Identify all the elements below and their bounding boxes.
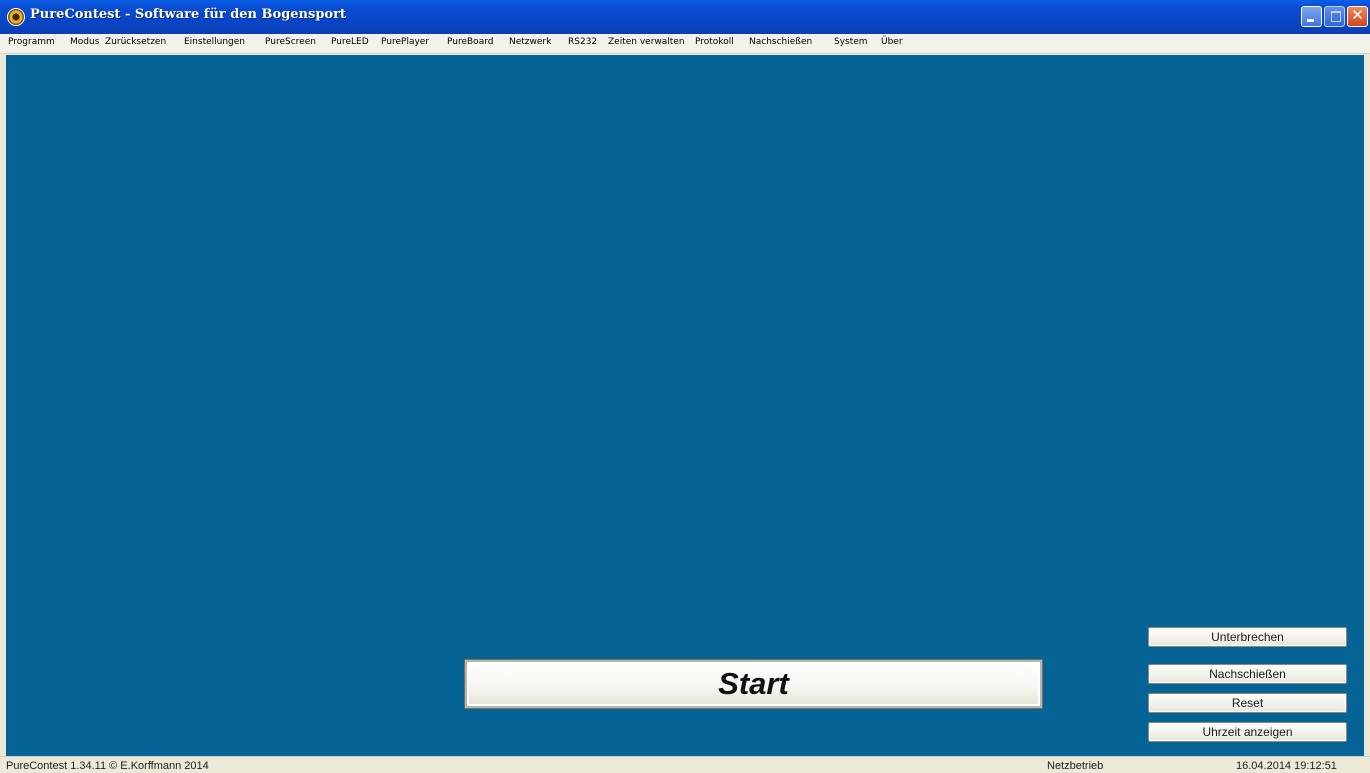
menu-rs232[interactable]: RS232 xyxy=(568,37,597,47)
status-mode: Netzbetrieb xyxy=(1047,760,1104,772)
start-button[interactable]: Start xyxy=(465,660,1042,708)
display-area xyxy=(6,55,1364,756)
menu-zuruecksetzen[interactable]: Zurücksetzen xyxy=(105,37,166,47)
menu-ueber[interactable]: Über xyxy=(881,37,903,47)
app-icon[interactable] xyxy=(8,9,24,25)
status-version: PureContest 1.34.11 © E.Korffmann 2014 xyxy=(6,760,209,772)
close-icon: ✕ xyxy=(1351,6,1364,24)
reset-button[interactable]: Reset xyxy=(1148,693,1347,713)
menu-modus[interactable]: Modus xyxy=(70,37,99,47)
menu-pureplayer[interactable]: PurePlayer xyxy=(381,37,429,47)
menu-programm[interactable]: Programm xyxy=(8,37,55,47)
close-button[interactable]: ✕ xyxy=(1347,6,1368,27)
menu-purescreen[interactable]: PureScreen xyxy=(265,37,316,47)
menu-nachschiessen[interactable]: Nachschießen xyxy=(749,37,812,47)
minimize-button[interactable] xyxy=(1301,6,1322,27)
menu-zeiten-verwalten[interactable]: Zeiten verwalten xyxy=(608,37,685,47)
menu-system[interactable]: System xyxy=(834,37,868,47)
window-title: PureContest - Software für den Bogenspor… xyxy=(30,7,346,22)
unterbrechen-button[interactable]: Unterbrechen xyxy=(1148,627,1347,647)
uhrzeit-anzeigen-button[interactable]: Uhrzeit anzeigen xyxy=(1148,722,1347,742)
menu-einstellungen[interactable]: Einstellungen xyxy=(184,37,245,47)
menu-pureboard[interactable]: PureBoard xyxy=(447,37,493,47)
app-window: PureContest - Software für den Bogenspor… xyxy=(0,0,1370,773)
menu-pureled[interactable]: PureLED xyxy=(331,37,369,47)
menu-protokoll[interactable]: Protokoll xyxy=(695,37,734,47)
maximize-button[interactable] xyxy=(1324,6,1345,27)
menu-bar: Programm Modus Zurücksetzen Einstellunge… xyxy=(0,34,1370,54)
status-datetime: 16.04.2014 19:12:51 xyxy=(1236,760,1337,772)
status-bar: PureContest 1.34.11 © E.Korffmann 2014 N… xyxy=(0,756,1370,773)
menu-netzwerk[interactable]: Netzwerk xyxy=(509,37,551,47)
nachschiessen-button[interactable]: Nachschießen xyxy=(1148,664,1347,684)
title-bar[interactable]: PureContest - Software für den Bogenspor… xyxy=(0,0,1370,34)
